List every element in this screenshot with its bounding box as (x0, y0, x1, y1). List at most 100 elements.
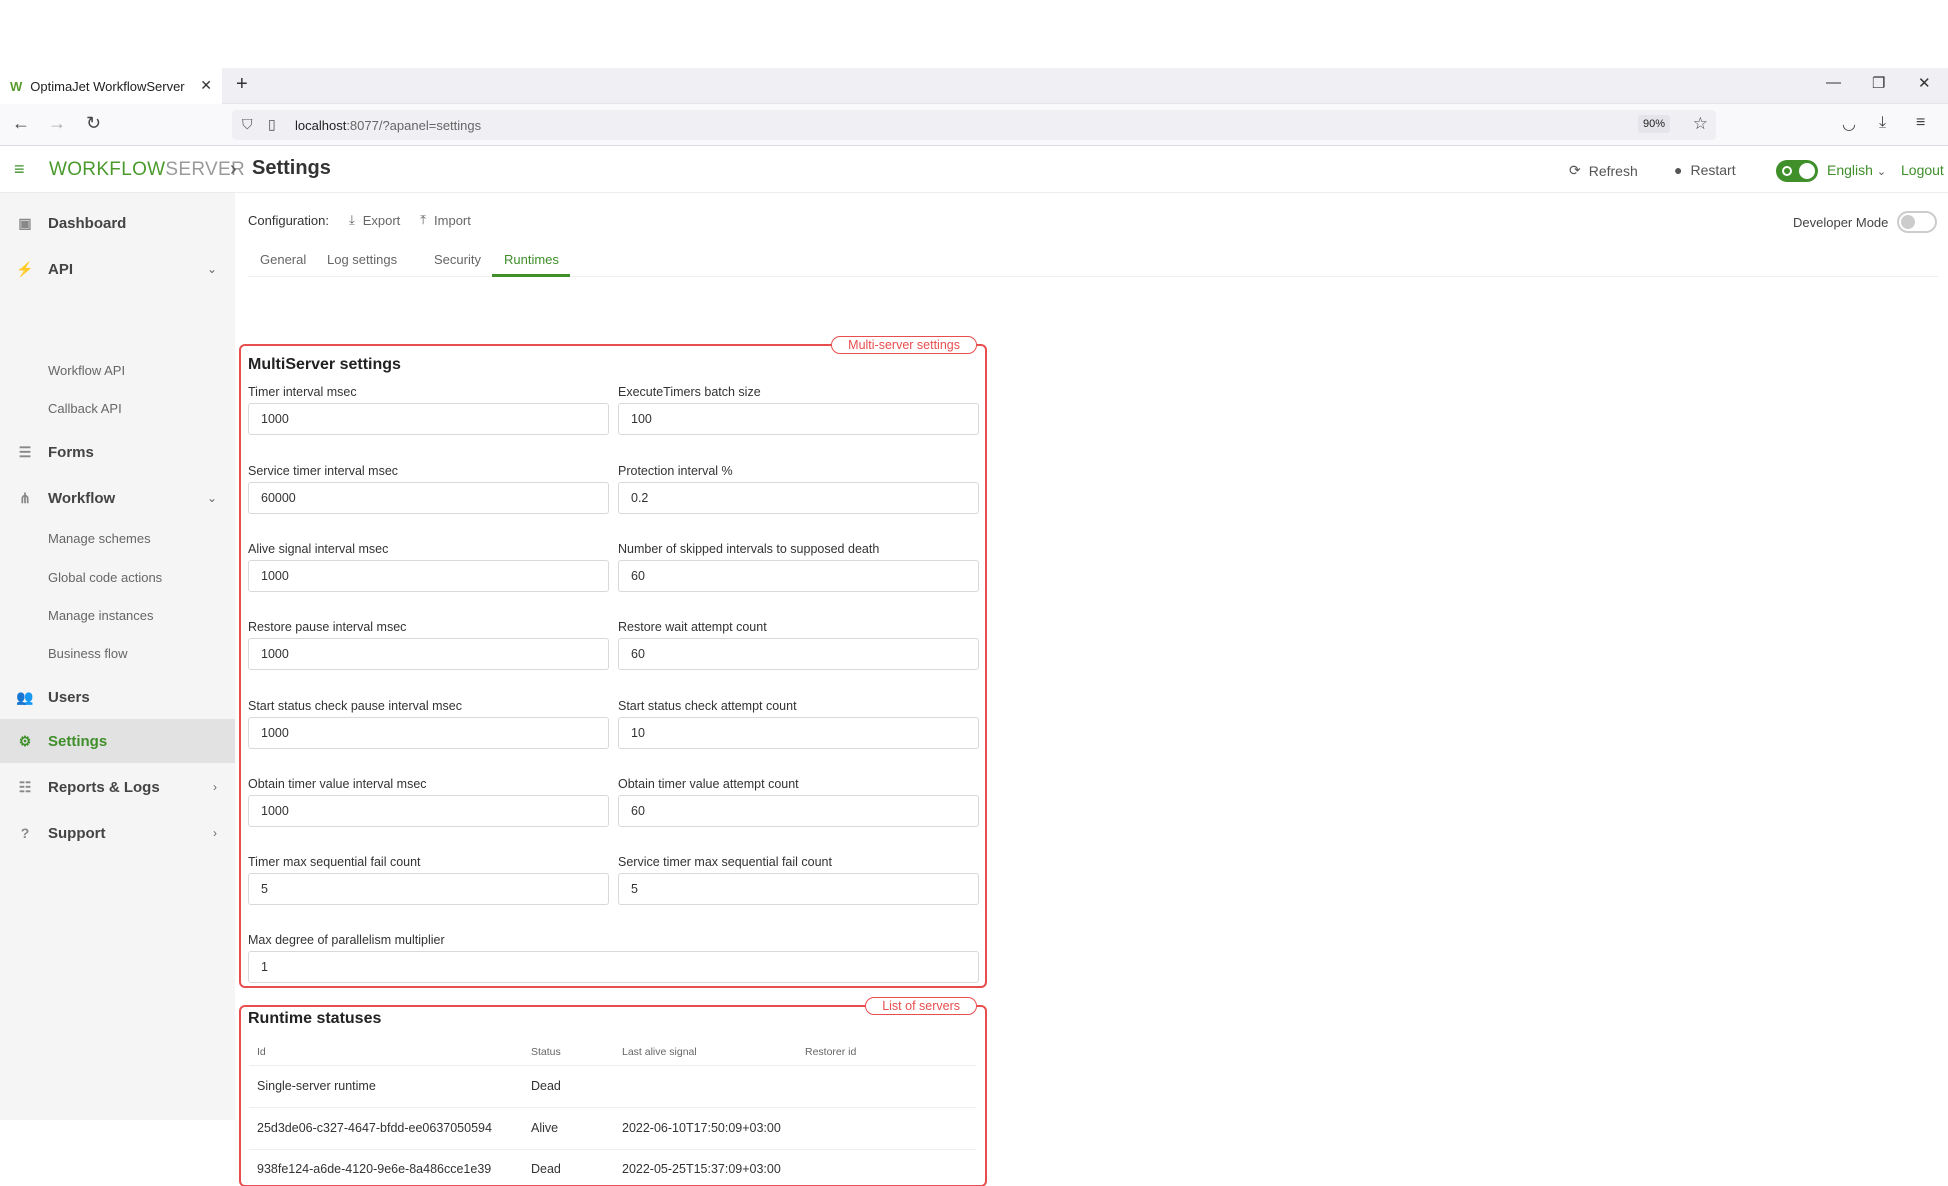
obtain-timer-value-attempt-label: Obtain timer value attempt count (618, 777, 799, 791)
sidebar-item-settings[interactable]: ⚙ Settings (0, 719, 235, 763)
pocket-icon[interactable]: ◡ (1842, 114, 1856, 134)
bookmark-star-icon[interactable]: ☆ (1693, 114, 1708, 134)
row-divider (249, 1065, 976, 1066)
sidebar-item-workflow[interactable]: ⋔ Workflow ⌄ (0, 476, 235, 520)
sidebar-item-manage-schemes[interactable]: Manage schemes (48, 531, 151, 546)
start-status-check-attempt-label: Start status check attempt count (618, 699, 797, 713)
sidebar-item-workflow-api[interactable]: Workflow API (48, 363, 125, 378)
minimize-icon[interactable]: — (1826, 74, 1841, 91)
start-status-check-attempt-input[interactable] (618, 717, 979, 749)
restart-icon: ● (1674, 162, 1683, 178)
toggle-ring-icon (1782, 166, 1792, 176)
column-header-restorer-id: Restorer id (805, 1046, 857, 1058)
export-button[interactable]: ⤓ Export (349, 212, 400, 228)
restore-pause-interval-input[interactable] (248, 638, 609, 670)
configuration-toolbar: Configuration: ⤓ Export ⤒ Import (248, 212, 471, 228)
page-icon: ▯ (268, 116, 276, 132)
sidebar-item-api[interactable]: ⚡ API ⌄ (0, 247, 235, 291)
runtime-id: 25d3de06-c327-4647-bfdd-ee0637050594 (257, 1121, 492, 1135)
execute-timers-batch-size-label: ExecuteTimers batch size (618, 385, 761, 399)
reports-icon: ☷ (18, 778, 32, 795)
sidebar-item-label: Users (48, 688, 90, 706)
logout-link[interactable]: Logout (1901, 162, 1944, 178)
service-timer-max-fail-count-label: Service timer max sequential fail count (618, 855, 832, 869)
runtime-statuses-section: List of servers Runtime statuses Id Stat… (239, 997, 987, 1186)
obtain-timer-value-interval-input[interactable] (248, 795, 609, 827)
restore-window-icon[interactable]: ❐ (1872, 74, 1885, 92)
new-tab-icon[interactable]: + (236, 73, 248, 96)
refresh-button[interactable]: ⟳ Refresh (1569, 162, 1638, 179)
close-window-icon[interactable]: ✕ (1918, 74, 1931, 92)
obtain-timer-value-attempt-input[interactable] (618, 795, 979, 827)
hamburger-menu-icon[interactable]: ≡ (14, 159, 25, 180)
import-button[interactable]: ⤒ Import (420, 212, 471, 228)
alive-signal-interval-input[interactable] (248, 560, 609, 592)
sidebar-item-callback-api[interactable]: Callback API (48, 401, 122, 416)
developer-mode-toggle[interactable] (1897, 211, 1937, 233)
toggle-knob (1799, 163, 1815, 179)
tab-log-settings[interactable]: Log settings (327, 252, 397, 267)
chevron-down-icon: ⌄ (1876, 166, 1887, 178)
back-arrow-icon[interactable]: ← (12, 113, 30, 134)
sidebar-item-manage-instances[interactable]: Manage instances (48, 608, 154, 623)
service-timer-interval-input[interactable] (248, 482, 609, 514)
sidebar-item-label: Workflow (48, 489, 116, 507)
sidebar-item-users[interactable]: 👥 Users (0, 675, 235, 719)
workflowserver-logo[interactable]: WORKFLOWSERVER (49, 159, 245, 181)
sidebar-item-forms[interactable]: ☰ Forms (0, 430, 235, 474)
restore-wait-attempt-count-input[interactable] (618, 638, 979, 670)
tab-general[interactable]: General (260, 252, 306, 267)
downloads-icon[interactable]: ⤓ (1879, 114, 1886, 132)
runtime-status: Dead (531, 1162, 561, 1176)
close-tab-icon[interactable]: ✕ (200, 77, 212, 94)
runtime-id: 938fe124-a6de-4120-9e6e-8a486cce1e39 (257, 1162, 492, 1176)
sidebar-item-business-flow[interactable]: Business flow (48, 646, 127, 661)
runtime-last-alive: 2022-06-10T17:50:09+03:00 (622, 1121, 781, 1135)
start-status-check-pause-input[interactable] (248, 717, 609, 749)
reload-icon[interactable]: ↻ (86, 113, 101, 134)
url-text[interactable]: localhost:8077/?apanel=settings (295, 118, 481, 133)
restart-button[interactable]: ● Restart (1674, 162, 1736, 178)
configuration-label: Configuration: (248, 212, 329, 228)
runtime-status: Dead (531, 1079, 561, 1093)
multiserver-settings-section: Multi-server settings MultiServer settin… (239, 336, 987, 988)
sidebar-item-global-code-actions[interactable]: Global code actions (48, 570, 162, 585)
form-icon: ☰ (18, 443, 32, 460)
tab-security[interactable]: Security (434, 252, 481, 267)
sidebar-item-label: Support (48, 824, 106, 842)
shield-icon[interactable]: ⛉ (242, 116, 253, 133)
browser-tab[interactable]: W OptimaJet WorkflowServer ✕ (0, 68, 222, 104)
multiserver-section-tag: Multi-server settings (831, 336, 977, 354)
timer-interval-input[interactable] (248, 403, 609, 435)
skipped-intervals-label: Number of skipped intervals to supposed … (618, 542, 880, 556)
sidebar-item-label: Forms (48, 443, 94, 461)
workflow-icon: ⋔ (19, 489, 31, 506)
sidebar-item-reports-logs[interactable]: ☷ Reports & Logs › (0, 765, 235, 809)
menu-icon[interactable]: ≡ (1916, 114, 1925, 132)
toggle-knob (1901, 215, 1915, 229)
theme-toggle[interactable] (1776, 160, 1818, 182)
service-timer-max-fail-count-input[interactable] (618, 873, 979, 905)
gears-icon: ⚙ (18, 732, 32, 749)
download-icon: ⤓ (348, 212, 355, 227)
obtain-timer-value-interval-label: Obtain timer value interval msec (248, 777, 427, 791)
timer-max-fail-count-input[interactable] (248, 873, 609, 905)
refresh-icon: ⟳ (1569, 162, 1581, 178)
sidebar-item-support[interactable]: ? Support › (0, 811, 235, 855)
sidebar-item-label: Reports & Logs (48, 778, 160, 796)
url-bar[interactable]: ⛉ ▯ localhost:8077/?apanel=settings 90% … (232, 110, 1716, 140)
protection-interval-input[interactable] (618, 482, 979, 514)
sidebar-item-dashboard[interactable]: ▣ Dashboard (0, 201, 235, 245)
page-title: Settings (252, 157, 331, 179)
tab-runtimes[interactable]: Runtimes (504, 252, 559, 267)
timer-interval-label: Timer interval msec (248, 385, 357, 399)
skipped-intervals-input[interactable] (618, 560, 979, 592)
column-header-status: Status (531, 1046, 561, 1058)
execute-timers-batch-size-input[interactable] (618, 403, 979, 435)
chevron-down-icon: ⌄ (206, 491, 217, 505)
forward-arrow-icon[interactable]: → (48, 113, 66, 134)
workflow-favicon-icon: W (10, 78, 23, 94)
language-select[interactable]: English ⌄ (1827, 162, 1886, 178)
max-parallelism-multiplier-input[interactable] (248, 951, 979, 983)
zoom-level[interactable]: 90% (1637, 115, 1670, 133)
